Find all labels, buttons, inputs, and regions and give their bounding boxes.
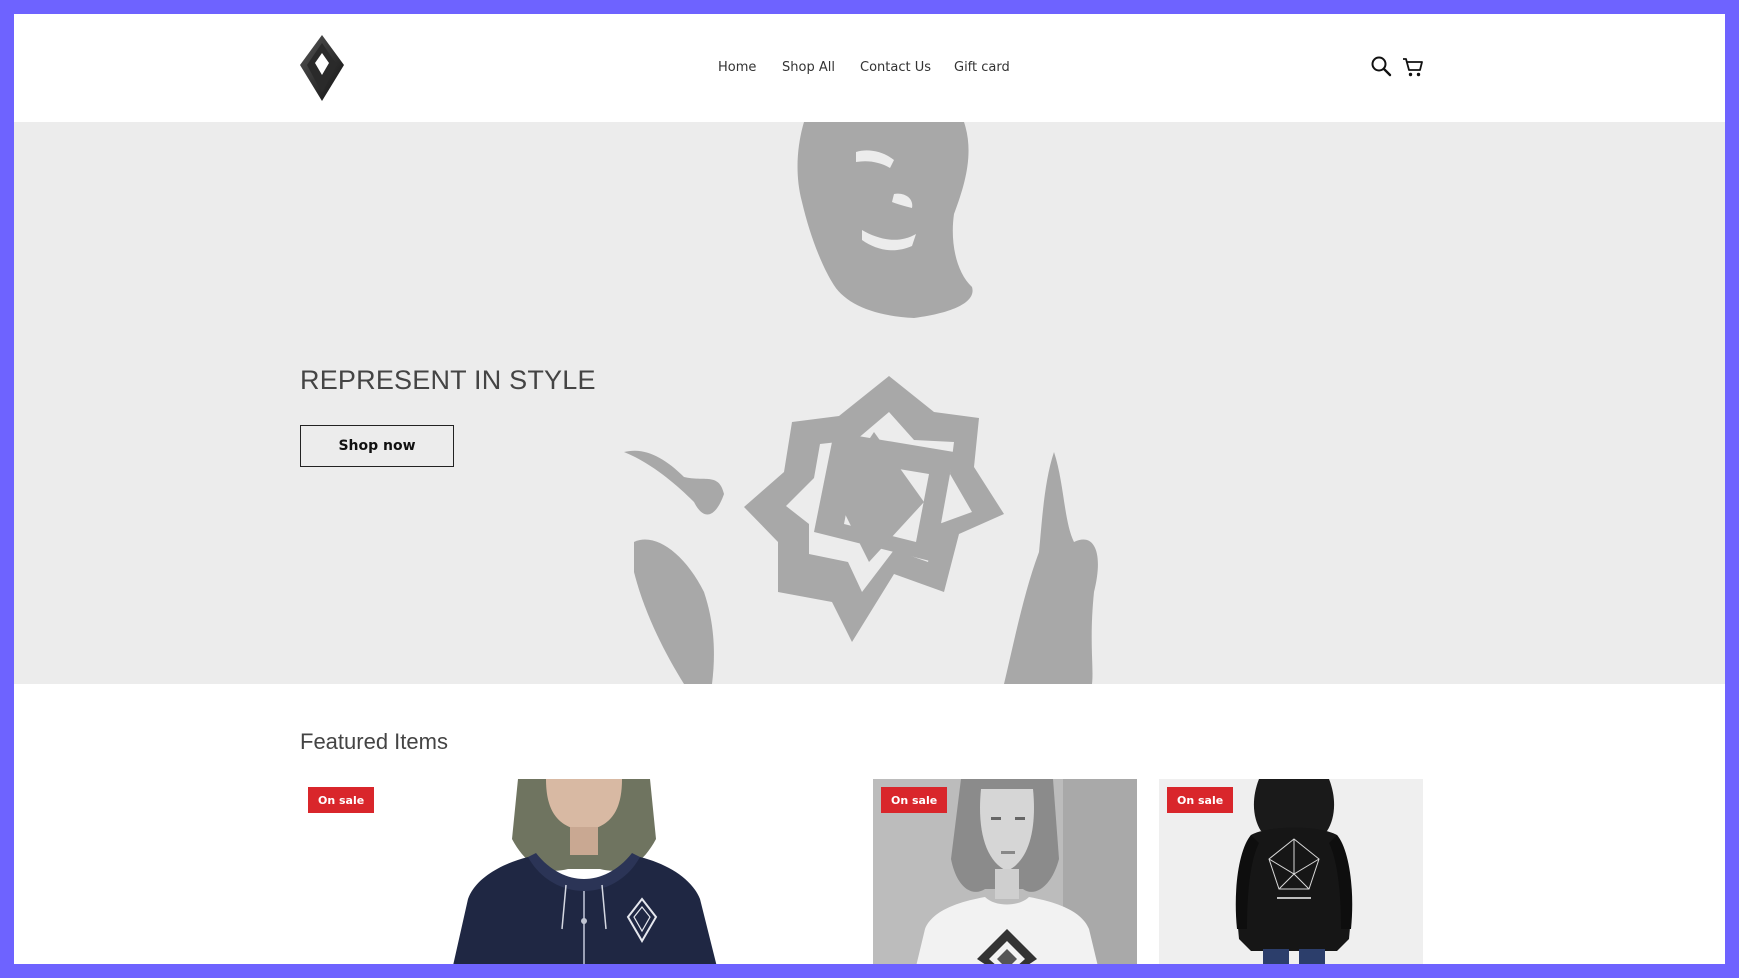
main-nav: Home Shop All Contact Us Gift card [14, 60, 1725, 80]
hero-title: REPRESENT IN STYLE [300, 365, 596, 395]
featured-title: Featured Items [300, 729, 448, 754]
search-icon[interactable] [1370, 55, 1392, 79]
site-header: Home Shop All Contact Us Gift card [14, 14, 1725, 122]
product-card[interactable]: On sale [873, 779, 1137, 964]
product-card[interactable]: On sale [300, 779, 860, 964]
on-sale-badge: On sale [881, 787, 948, 813]
on-sale-badge: On sale [308, 787, 375, 813]
nav-home[interactable]: Home [718, 60, 756, 75]
product-card[interactable]: On sale [1159, 779, 1423, 964]
nav-gift-card[interactable]: Gift card [954, 60, 1010, 75]
hero-illustration [594, 122, 1154, 684]
hero-banner: REPRESENT IN STYLE Shop now [14, 122, 1725, 684]
nav-contact-us[interactable]: Contact Us [860, 60, 931, 75]
browser-viewport: Home Shop All Contact Us Gift card REPRE… [14, 14, 1725, 964]
cart-icon[interactable] [1402, 55, 1424, 79]
navy-zip-hoodie-photo [453, 779, 717, 964]
shop-now-button[interactable]: Shop now [300, 425, 454, 467]
on-sale-badge: On sale [1167, 787, 1234, 813]
nav-shop-all[interactable]: Shop All [782, 60, 835, 75]
